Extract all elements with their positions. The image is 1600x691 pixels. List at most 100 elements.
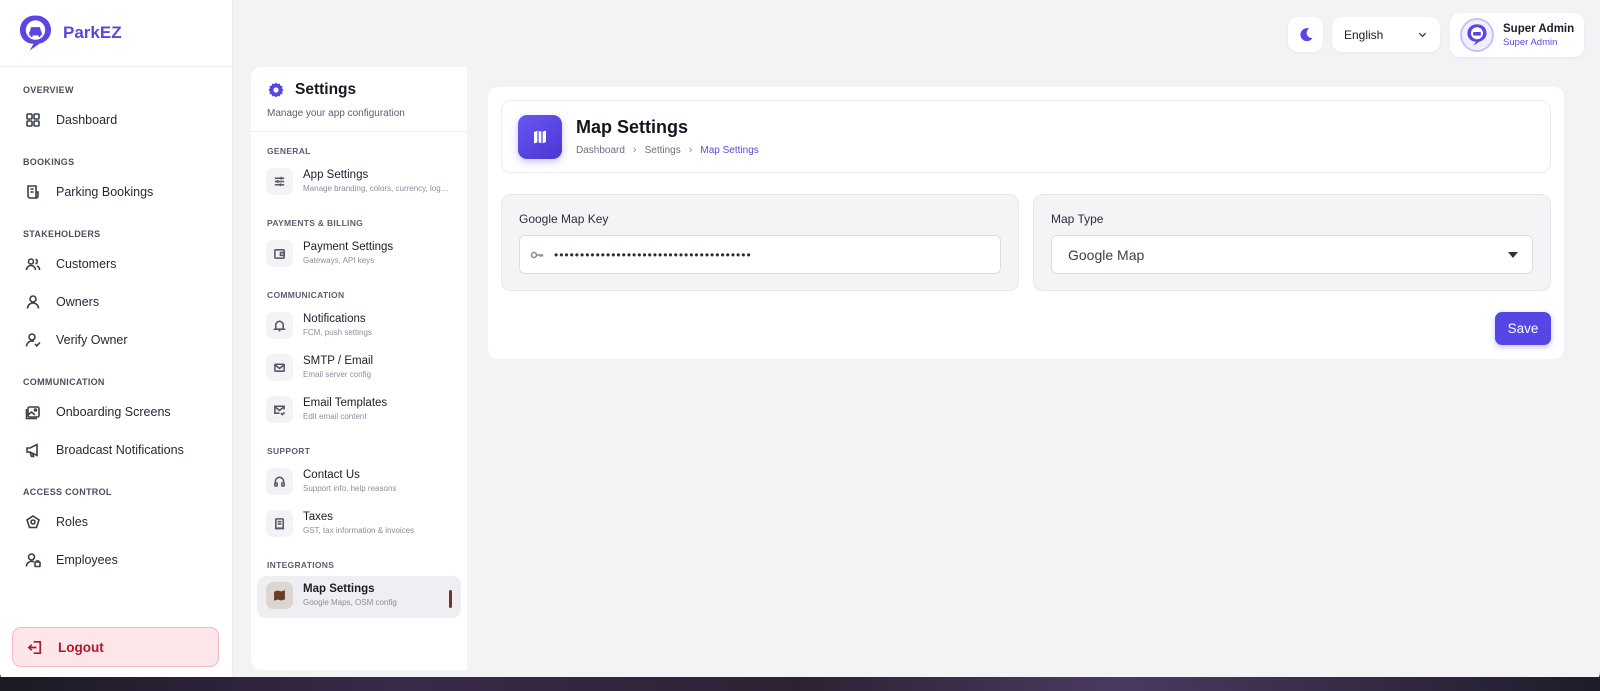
sidebar-item-parking-bookings[interactable]: Parking Bookings xyxy=(13,173,219,211)
settings-item-desc: Google Maps, OSM config xyxy=(303,598,397,607)
sidebar-item-onboarding-screens[interactable]: Onboarding Screens xyxy=(13,393,219,431)
active-indicator xyxy=(449,590,452,608)
settings-panel-subtitle: Manage your app configuration xyxy=(267,108,405,119)
user-check-icon xyxy=(25,333,41,347)
theme-toggle-button[interactable] xyxy=(1288,17,1323,52)
map-type-select[interactable]: Google Map xyxy=(1051,235,1533,274)
language-select[interactable]: English xyxy=(1332,17,1440,52)
map-settings-card: Map Settings Dashboard › Settings › Map … xyxy=(488,87,1564,359)
map-icon xyxy=(518,114,562,159)
sidebar-item-dashboard[interactable]: Dashboard xyxy=(13,101,219,139)
user-menu[interactable]: Super Admin Super Admin xyxy=(1450,13,1584,57)
nav-section-title: OVERVIEW xyxy=(23,85,74,95)
map-icon xyxy=(266,582,293,609)
language-value: English xyxy=(1344,27,1384,42)
settings-item-app-settings[interactable]: App Settings Manage branding, colors, cur… xyxy=(257,162,461,204)
breadcrumb: Dashboard › Settings › Map Settings xyxy=(576,144,759,156)
images-icon xyxy=(25,406,40,420)
breadcrumb-current: Map Settings xyxy=(700,144,759,156)
mail-check-icon xyxy=(266,396,293,423)
logout-button[interactable]: Logout xyxy=(12,627,219,667)
employee-icon xyxy=(25,553,41,568)
sidebar-item-verify-owner[interactable]: Verify Owner xyxy=(13,321,219,359)
mail-icon xyxy=(266,354,293,381)
user-icon xyxy=(26,295,40,309)
parkez-logo-icon xyxy=(19,15,52,51)
sidebar-item-broadcast-notifications[interactable]: Broadcast Notifications xyxy=(13,431,219,469)
brand[interactable]: ParkEZ xyxy=(0,0,232,67)
breadcrumb-dashboard[interactable]: Dashboard xyxy=(576,145,625,156)
users-icon xyxy=(25,258,41,271)
settings-item-taxes[interactable]: Taxes GST, tax information & invoices xyxy=(257,504,461,546)
settings-item-payment-settings[interactable]: Payment Settings Gateways, API keys xyxy=(257,234,461,276)
settings-panel-header: Settings Manage your app configuration xyxy=(251,67,467,132)
settings-item-smtp-email[interactable]: SMTP / Email Email server config xyxy=(257,348,461,390)
breadcrumb-settings[interactable]: Settings xyxy=(645,145,681,156)
sidebar-item-label: Employees xyxy=(56,553,118,567)
settings-group-title: PAYMENTS & BILLING xyxy=(267,218,364,228)
wallet-icon xyxy=(266,240,293,267)
settings-item-label: Payment Settings xyxy=(303,241,394,253)
nav-section-overview: OVERVIEW Dashboard xyxy=(0,85,232,139)
sidebar-item-owners[interactable]: Owners xyxy=(13,283,219,321)
settings-item-map-settings[interactable]: Map Settings Google Maps, OSM config xyxy=(257,576,461,618)
user-role: Super Admin xyxy=(1503,36,1558,48)
nav-section-title: COMMUNICATION xyxy=(23,377,105,387)
settings-item-email-templates[interactable]: Email Templates Edit email content xyxy=(257,390,461,432)
map-type-label: Map Type xyxy=(1051,212,1104,226)
settings-item-label: Email Templates xyxy=(303,397,388,409)
nav-section-access-control: ACCESS CONTROL Roles Employees xyxy=(0,487,232,579)
headphones-icon xyxy=(266,468,293,495)
settings-group-title: GENERAL xyxy=(267,146,311,156)
settings-item-label: Contact Us xyxy=(303,469,360,481)
nav-section-title: BOOKINGS xyxy=(23,157,75,167)
nav-section-title: ACCESS CONTROL xyxy=(23,487,112,497)
settings-item-notifications[interactable]: Notifications FCM, push settings xyxy=(257,306,461,348)
sidebar-item-label: Broadcast Notifications xyxy=(56,443,184,457)
brand-name: ParkEZ xyxy=(63,23,122,42)
megaphone-icon xyxy=(26,443,38,458)
settings-item-contact-us[interactable]: Contact Us Support info, help reasons xyxy=(257,462,461,504)
map-type-card: Map Type Google Map xyxy=(1033,194,1551,291)
chevron-down-icon xyxy=(1418,32,1427,38)
settings-item-desc: FCM, push settings xyxy=(303,328,372,337)
settings-item-label: Notifications xyxy=(303,313,366,325)
bell-icon xyxy=(266,312,293,339)
settings-panel: Settings Manage your app configuration G… xyxy=(251,67,467,670)
google-map-key-value: •••••••••••••••••••••••••••••••••••••• xyxy=(554,247,752,262)
logout-label: Logout xyxy=(58,639,104,655)
sidebar-item-employees[interactable]: Employees xyxy=(13,541,219,579)
chevron-right-icon: › xyxy=(632,144,637,156)
settings-panel-title: Settings xyxy=(267,81,451,99)
nav-section-stakeholders: STAKEHOLDERS Customers Owners Verify Own… xyxy=(0,229,232,359)
invoice-icon xyxy=(266,510,293,537)
sidebar-item-label: Customers xyxy=(56,257,117,271)
settings-item-desc: Support info, help reasons xyxy=(303,484,397,493)
settings-item-label: Map Settings xyxy=(303,583,375,595)
settings-item-desc: Email server config xyxy=(303,370,372,379)
save-button[interactable]: Save xyxy=(1495,312,1551,345)
avatar xyxy=(1460,18,1494,52)
app-window: ParkEZ OVERVIEW Dashboard BOOKINGS Parki… xyxy=(0,0,1600,686)
nav-section-title: STAKEHOLDERS xyxy=(23,229,101,239)
sidebar-item-label: Onboarding Screens xyxy=(56,405,171,419)
google-map-key-label: Google Map Key xyxy=(519,212,609,226)
sidebar-item-label: Roles xyxy=(56,515,88,529)
settings-item-desc: GST, tax information & invoices xyxy=(303,526,415,535)
page-title: Map Settings xyxy=(576,117,689,137)
settings-item-label: SMTP / Email xyxy=(303,355,374,367)
caret-down-icon xyxy=(1508,251,1518,258)
settings-item-desc: Gateways, API keys xyxy=(303,256,375,265)
google-map-key-input[interactable]: •••••••••••••••••••••••••••••••••••••• xyxy=(519,235,1001,274)
sidebar-item-roles[interactable]: Roles xyxy=(13,503,219,541)
gear-icon xyxy=(268,82,284,98)
user-name: Super Admin xyxy=(1503,22,1575,35)
sidebar-item-customers[interactable]: Customers xyxy=(13,245,219,283)
sidebar-item-label: Dashboard xyxy=(56,113,118,127)
key-icon xyxy=(530,251,544,258)
nav-section-bookings: BOOKINGS Parking Bookings xyxy=(0,157,232,211)
settings-item-desc: Manage branding, colors, currency, logo … xyxy=(303,184,453,193)
sidebar-item-label: Parking Bookings xyxy=(56,185,154,199)
sliders-icon xyxy=(266,168,293,195)
settings-item-label: Taxes xyxy=(303,511,334,523)
